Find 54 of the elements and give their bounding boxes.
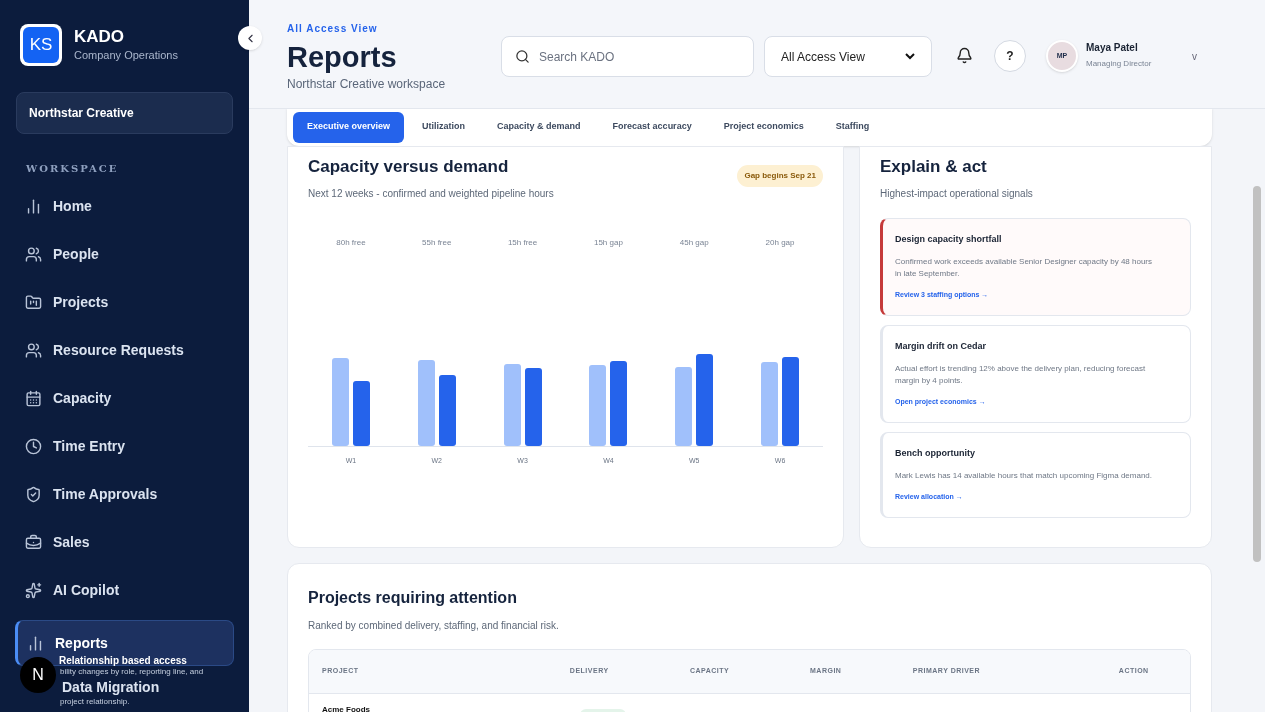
brand-name: KADO (74, 26, 126, 47)
gap-note: 15h gap (593, 236, 623, 249)
user-role: Managing Director (1086, 58, 1153, 70)
signal-title: Bench opportunity (895, 446, 976, 460)
tab[interactable]: Project economics (709, 111, 818, 143)
signal-title: Margin drift on Cedar (895, 339, 987, 353)
help-button[interactable]: ? (994, 40, 1026, 72)
logo-icon: KS (20, 24, 62, 66)
tooltip-text: project relationship. (60, 697, 130, 707)
card-title: Explain & act (880, 156, 988, 178)
card-subtitle: Highest-impact operational signals (880, 186, 1034, 201)
view-select[interactable]: All Access View (764, 36, 932, 77)
tab[interactable]: Utilization (408, 111, 480, 143)
gap-badge: Gap begins Sep 21 (737, 165, 823, 187)
dev-badge[interactable]: N (20, 657, 56, 693)
nav-item[interactable]: People (16, 236, 233, 273)
nav-item[interactable]: Projects (16, 284, 233, 321)
nav-item[interactable]: Home (16, 188, 233, 225)
nav-item[interactable]: AI Copilot (16, 572, 233, 609)
brand-subtitle: Company Operations (74, 47, 178, 63)
tab[interactable]: Staffing (821, 111, 884, 143)
signal-text: Mark Lewis has 14 available hours that match upcoming Figma demand. (895, 470, 1154, 482)
gap-note: 45h gap (679, 236, 709, 249)
gap-note: 15h free (507, 236, 538, 249)
nav-item[interactable]: Data Migration (62, 679, 160, 695)
page-subtitle: Northstar Creative workspace (287, 76, 447, 93)
signal-title: Design capacity shortfall (895, 232, 1003, 246)
user-menu-caret[interactable]: v (1192, 48, 1197, 64)
page-title: Reports (287, 40, 398, 75)
card-title: Projects requiring attention (308, 588, 518, 608)
signal-text: Actual effort is trending 12% above the delivery plan, reducing forecast margin by 4 points. (895, 363, 1147, 387)
project-name: Acme Foods (322, 704, 371, 712)
nav-item[interactable]: Sales (16, 524, 233, 561)
eyebrow-label: All Access View (287, 22, 379, 36)
tooltip-title: Relationship based access (58, 654, 188, 668)
gap-note: 80h free (336, 236, 366, 249)
section-label: WORKSPACE (26, 162, 120, 176)
nav-item[interactable]: Time Entry (16, 428, 233, 465)
nav-item[interactable]: Time Approvals (16, 476, 233, 513)
gap-note: 20h gap (765, 236, 795, 249)
tooltip-text: bility changes by role, reporting line, and (60, 667, 204, 677)
tab[interactable]: Forecast accuracy (598, 111, 706, 143)
card-subtitle: Next 12 weeks - confirmed and weighted pipeline hours (308, 186, 554, 201)
signal-text: Confirmed work exceeds available Senior Designer capacity by 48 hours in late September. (895, 256, 1154, 280)
search-field[interactable]: Search KADO (501, 36, 754, 77)
card-title: Capacity versus demand (308, 156, 510, 178)
gap-note: 55h free (422, 236, 452, 249)
tab[interactable]: Capacity & demand (483, 111, 595, 143)
card-subtitle: Ranked by combined delivery, staffing, and financial risk. (308, 619, 560, 633)
workspace-switcher[interactable]: Northstar Creative (16, 92, 233, 134)
nav-item[interactable]: Resource Requests (16, 332, 233, 369)
tab[interactable]: Executive overview (293, 111, 405, 143)
nav-item[interactable]: Capacity (16, 380, 233, 417)
user-name: Maya Patel (1086, 41, 1139, 55)
